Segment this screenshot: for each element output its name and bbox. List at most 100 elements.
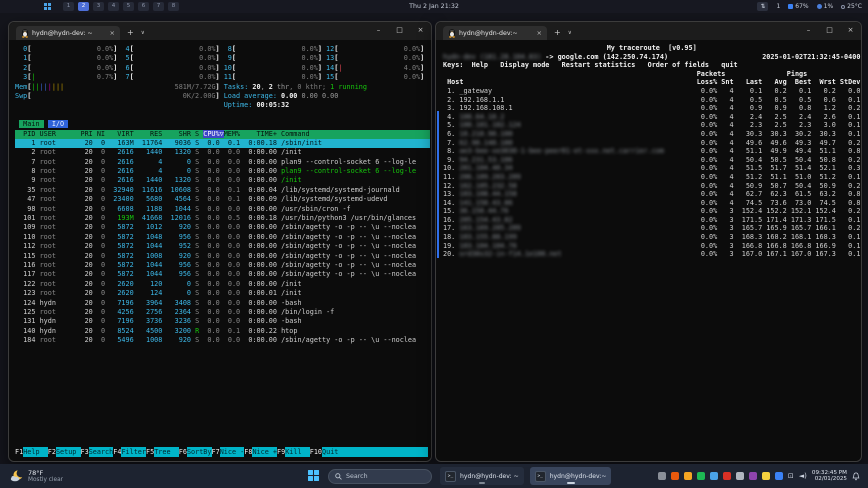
process-row[interactable]: 110 root 20 0 5872 1048 956 S 0.0 0.0 0:… <box>15 233 430 242</box>
fkey-f6[interactable]: F6 <box>179 447 187 457</box>
workspace-button-1[interactable]: 1 <box>63 2 74 11</box>
process-row[interactable]: 184 root 20 0 5496 1008 920 S 0.0 0.0 0:… <box>15 336 430 345</box>
process-row[interactable]: 35 root 20 0 32940 11616 10608 S 0.0 0.1… <box>15 186 430 195</box>
workspace-button-7[interactable]: 7 <box>153 2 164 11</box>
tab-io[interactable]: I/O <box>48 120 68 128</box>
fkey-label-kill[interactable]: Kill <box>285 447 310 457</box>
start-button[interactable] <box>308 470 320 482</box>
new-tab-button[interactable]: + <box>554 29 561 37</box>
tray-icon-10[interactable] <box>775 472 783 480</box>
tray-icon-3[interactable] <box>684 472 692 480</box>
fkey-label-tree[interactable]: Tree <box>154 447 179 457</box>
search-box[interactable]: Search <box>328 469 432 484</box>
fkey-label-setup[interactable]: Setup <box>56 447 81 457</box>
taskbar-app-1[interactable]: >_hydn@hydn-dev: ~ <box>440 467 524 485</box>
temperature-widget[interactable]: 25°C <box>841 3 862 10</box>
table-header-row[interactable]: PID USER PRI NI VIRT RES SHR S CPU%▽MEM%… <box>15 130 430 139</box>
keyboard-layout-indicator[interactable]: 1 <box>776 3 780 10</box>
fkey-f3[interactable]: F3 <box>81 447 89 457</box>
fkey-f1[interactable]: F1 <box>15 447 23 457</box>
fkey-f7[interactable]: F7 <box>212 447 220 457</box>
tray-icon-2[interactable] <box>671 472 679 480</box>
network-traffic-icon[interactable]: ⇅ <box>757 2 768 11</box>
weather-widget[interactable]: 78°F Mostly clear <box>10 469 63 483</box>
swap-meter-row: Swp[ 0K/2.00G] Load average: 0.00 0.00 0… <box>15 92 430 101</box>
process-row[interactable]: 123 root 20 0 2620 124 0 S 0.0 0.0 0:00.… <box>15 289 430 298</box>
process-row[interactable]: 1 root 20 0 163M 11764 9036 S 0.0 0.1 0:… <box>15 139 430 148</box>
cpu-usage-widget[interactable]: 1% <box>817 3 834 10</box>
process-row[interactable]: 140 hydn 20 0 8524 4500 3200 R 0.0 0.1 0… <box>15 327 430 336</box>
fkey-label-nice--[interactable]: Nice - <box>220 447 245 457</box>
workspace-button-6[interactable]: 6 <box>138 2 149 11</box>
fkey-label-search[interactable]: Search <box>89 447 114 457</box>
workspace-button-8[interactable]: 8 <box>168 2 179 11</box>
fkey-f5[interactable]: F5 <box>146 447 154 457</box>
process-row[interactable]: 2 root 20 0 2616 1440 1320 S 0.0 0.0 0:0… <box>15 148 430 157</box>
fkey-f4[interactable]: F4 <box>113 447 121 457</box>
thermometer-icon <box>841 5 845 9</box>
fkey-label-filter[interactable]: Filter <box>121 447 146 457</box>
left-terminal-window: hydn@hydn-dev: ~ × + ∨ – □ × 0[ 0.0%] 4[… <box>8 21 432 462</box>
left-terminal-tab[interactable]: hydn@hydn-dev: ~ × <box>16 26 120 40</box>
windows-logo-icon[interactable] <box>44 3 51 10</box>
right-terminal-tab[interactable]: hydn@hydn-dev:~ × <box>443 26 547 40</box>
process-row[interactable]: 8 root 20 0 2616 4 0 S 0.0 0.0 0:00.00 p… <box>15 167 430 176</box>
right-window-titlebar[interactable]: hydn@hydn-dev:~ × + ∨ – □ × <box>436 22 861 40</box>
process-row[interactable]: 7 root 20 0 2616 4 0 S 0.0 0.0 0:00.00 p… <box>15 158 430 167</box>
tab-dropdown-icon[interactable]: ∨ <box>568 30 572 36</box>
process-row[interactable]: 125 root 20 0 4256 2756 2364 S 0.0 0.0 0… <box>15 308 430 317</box>
process-row[interactable]: 116 root 20 0 5872 1044 956 S 0.0 0.0 0:… <box>15 261 430 270</box>
fkey-label-sortby[interactable]: SortBy <box>187 447 212 457</box>
workspace-button-3[interactable]: 3 <box>93 2 104 11</box>
tray-icon-1[interactable] <box>658 472 666 480</box>
taskbar-app-2[interactable]: >_hydn@hydn-dev:~ <box>530 467 612 485</box>
process-row[interactable]: 122 root 20 0 2620 120 0 S 0.0 0.0 0:00.… <box>15 280 430 289</box>
fkey-label-quit[interactable]: Quit <box>322 447 347 457</box>
hop-host-redacted: 141.150.43.86 <box>459 199 512 207</box>
fkey-f10[interactable]: F10 <box>310 447 322 457</box>
close-button[interactable]: × <box>410 22 431 37</box>
process-row[interactable]: 131 hydn 20 0 7196 3736 3236 S 0.0 0.0 0… <box>15 317 430 326</box>
tray-icon-9[interactable] <box>762 472 770 480</box>
process-row[interactable]: 98 root 20 0 6608 1188 1044 S 0.0 0.0 0:… <box>15 205 430 214</box>
ram-usage-widget[interactable]: 67% <box>788 3 808 10</box>
process-row[interactable]: 117 root 20 0 5872 1044 956 S 0.0 0.0 0:… <box>15 270 430 279</box>
fkey-f8[interactable]: F8 <box>244 447 252 457</box>
process-row[interactable]: 115 root 20 0 5872 1008 920 S 0.0 0.0 0:… <box>15 252 430 261</box>
notification-bell-icon[interactable] <box>852 472 860 481</box>
fkey-label-help[interactable]: Help <box>23 447 48 457</box>
tray-icon-7[interactable] <box>736 472 744 480</box>
process-row[interactable]: 112 root 20 0 5872 1044 952 S 0.0 0.0 0:… <box>15 242 430 251</box>
tray-icon-4[interactable] <box>697 472 705 480</box>
workspace-button-5[interactable]: 5 <box>123 2 134 11</box>
process-row[interactable]: 9 root 20 0 2616 1440 1320 S 0.0 0.0 0:0… <box>15 176 430 185</box>
left-window-titlebar[interactable]: hydn@hydn-dev: ~ × + ∨ – □ × <box>9 22 431 40</box>
fkey-f9[interactable]: F9 <box>277 447 285 457</box>
tab-close-icon[interactable]: × <box>110 29 115 37</box>
speaker-icon[interactable]: ◄) <box>799 472 807 480</box>
process-row[interactable]: 101 root 20 0 193M 41668 12016 S 0.0 0.5… <box>15 214 430 223</box>
taskbar-clock[interactable]: 09:32:45 PM 02/01/2025 <box>812 470 847 483</box>
new-tab-button[interactable]: + <box>127 29 134 37</box>
process-row[interactable]: 47 root 20 0 23400 5680 4564 S 0.0 0.1 0… <box>15 195 430 204</box>
hop-row: 7. 62.90.140.180 0.0% 4 49.6 49.6 49.3 4… <box>443 139 861 148</box>
tab-main[interactable]: Main <box>19 120 44 128</box>
workspace-button-4[interactable]: 4 <box>108 2 119 11</box>
workspace-button-2[interactable]: 2 <box>78 2 89 11</box>
fkey-label-nice-+[interactable]: Nice + <box>252 447 277 457</box>
process-row[interactable]: 124 hydn 20 0 7196 3964 3408 S 0.0 0.0 0… <box>15 299 430 308</box>
tab-close-icon[interactable]: × <box>537 29 542 37</box>
maximize-button[interactable]: □ <box>389 22 410 37</box>
tab-dropdown-icon[interactable]: ∨ <box>141 30 145 36</box>
tray-icon-6[interactable] <box>723 472 731 480</box>
tray-icon-8[interactable] <box>749 472 757 480</box>
minimize-button[interactable]: – <box>798 22 819 37</box>
process-row[interactable]: 109 root 20 0 5872 1012 920 S 0.0 0.0 0:… <box>15 223 430 232</box>
fkey-f2[interactable]: F2 <box>48 447 56 457</box>
close-button[interactable]: × <box>840 22 861 37</box>
minimize-button[interactable]: – <box>368 22 389 37</box>
taskbar-app-title: hydn@hydn-dev: ~ <box>460 473 519 480</box>
tray-icon-5[interactable] <box>710 472 718 480</box>
maximize-button[interactable]: □ <box>819 22 840 37</box>
cast-display-icon[interactable]: ⊡ <box>788 472 794 480</box>
